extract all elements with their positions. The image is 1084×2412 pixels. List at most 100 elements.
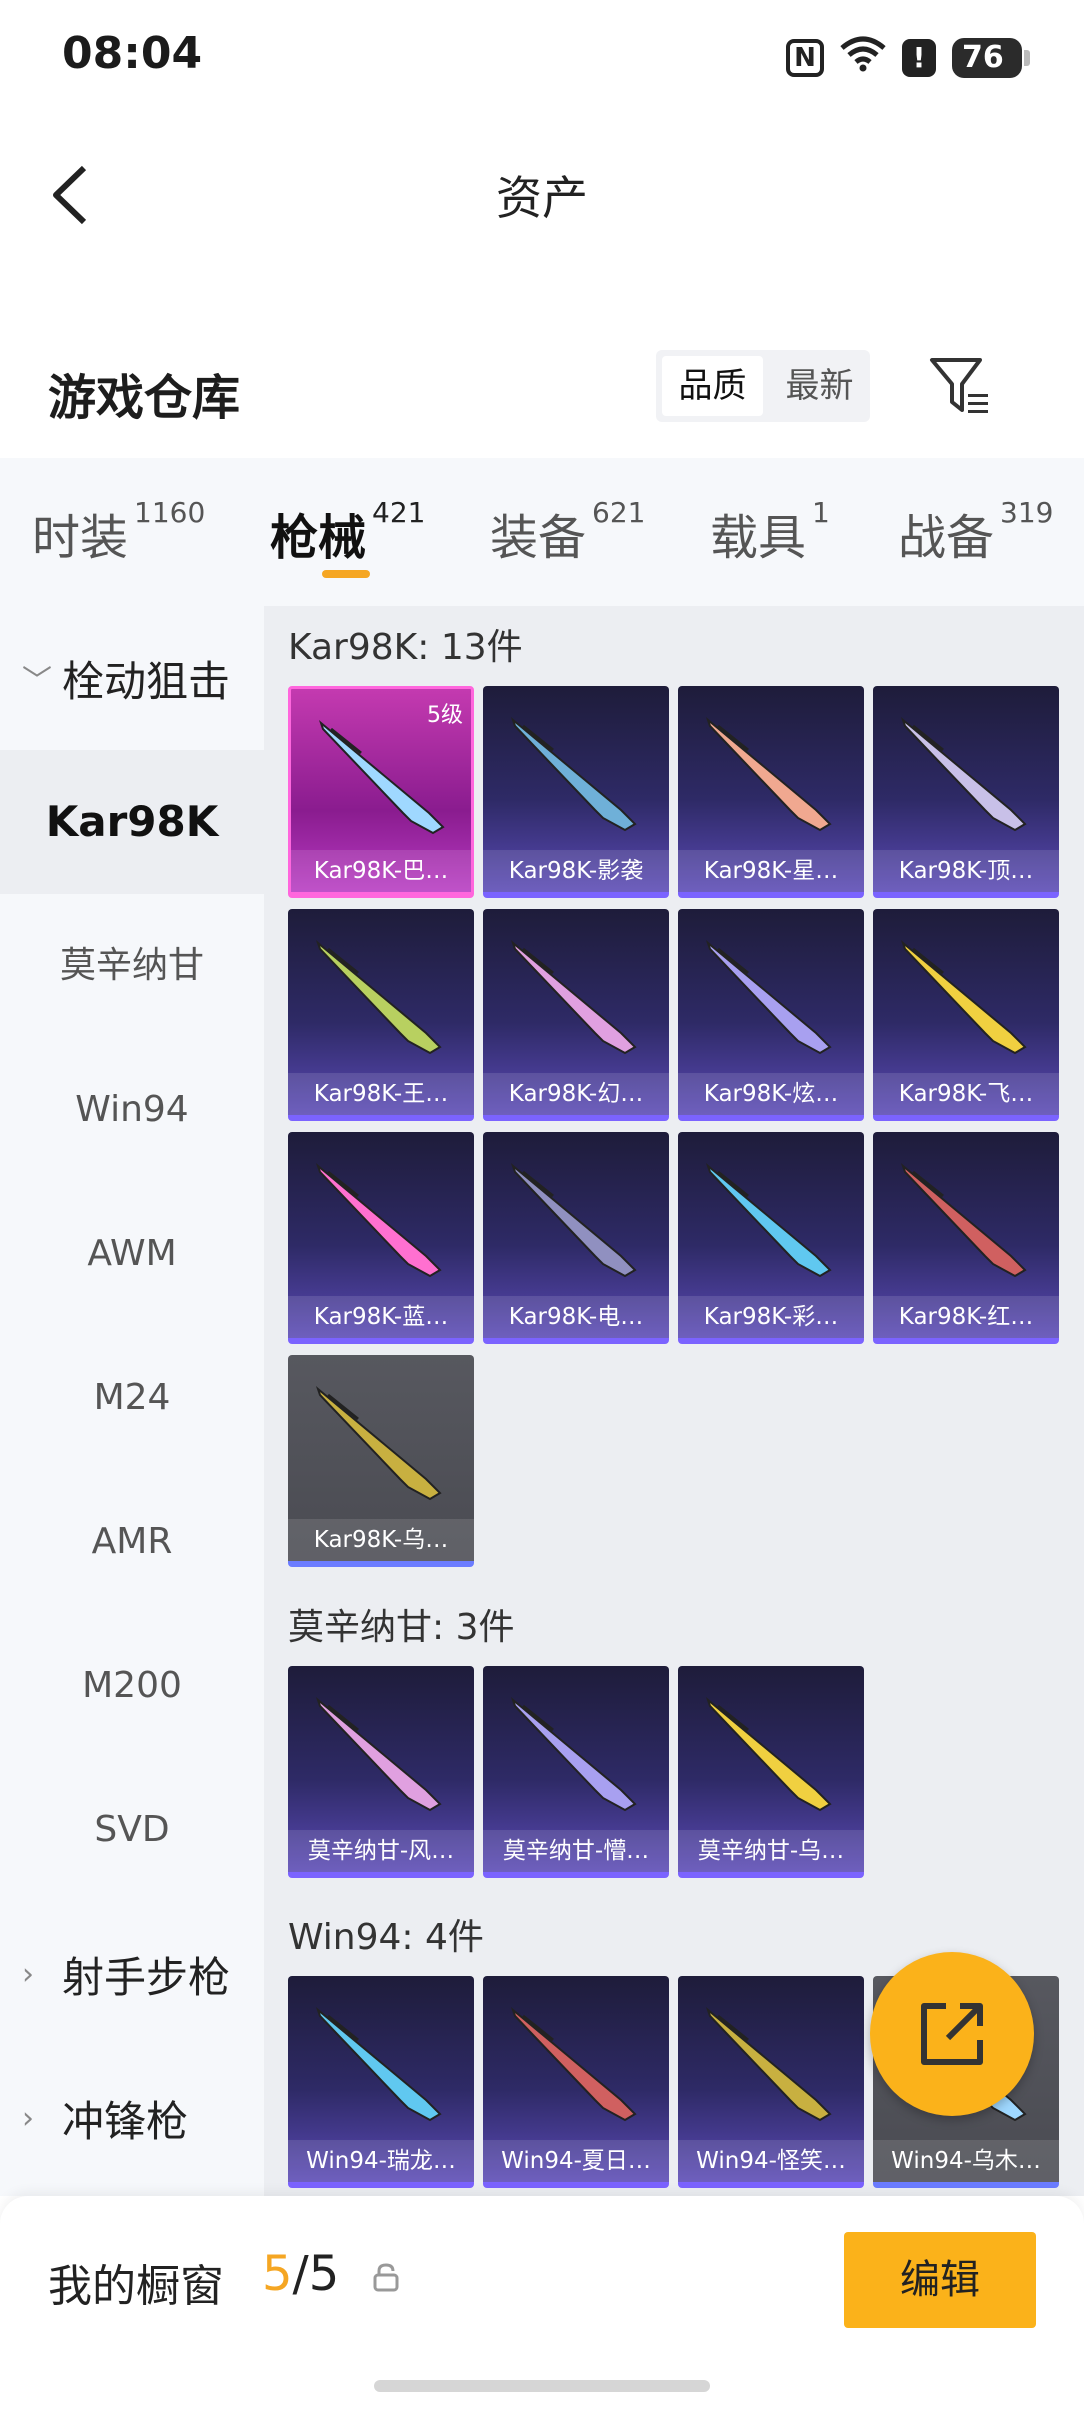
group-title-win94: Win94: 4件 xyxy=(288,1917,484,1958)
status-bar: 08:04 N ! 76 xyxy=(0,0,1084,110)
weapon-card[interactable]: Kar98K-星… xyxy=(678,686,864,898)
tab-firearms[interactable]: 枪械 421 xyxy=(270,496,425,568)
sidebar-item-amr[interactable]: AMR xyxy=(0,1470,264,1614)
rifle-icon xyxy=(705,1696,832,1812)
weapon-name: Kar98K-乌… xyxy=(288,1519,474,1561)
weapon-name: Kar98K-王… xyxy=(288,1073,474,1115)
sidebar-item-m24[interactable]: M24 xyxy=(0,1326,264,1470)
rifle-icon xyxy=(900,716,1027,832)
tab-count: 621 xyxy=(592,496,646,529)
top-nav: 资产 xyxy=(0,140,1084,250)
weapon-card[interactable]: 莫辛纳甘-懵… xyxy=(483,1666,669,1878)
battery-icon: 76 xyxy=(952,37,1030,78)
status-icons: N ! 76 xyxy=(786,34,1030,81)
sidebar-item-win94[interactable]: Win94 xyxy=(0,1038,264,1182)
weapon-card[interactable]: Kar98K-蓝… xyxy=(288,1132,474,1344)
weapon-name: Kar98K-彩… xyxy=(678,1296,864,1338)
weapon-name: Win94-瑞龙… xyxy=(288,2140,474,2182)
weapon-name: Kar98K-电… xyxy=(483,1296,669,1338)
weapon-type-sidebar: ﹀ 栓动狙击 Kar98K 莫辛纳甘 Win94 AWM M24 AMR M20… xyxy=(0,606,264,2196)
rifle-icon xyxy=(900,939,1027,1055)
weapon-card[interactable]: 5级 Kar98K-巴… xyxy=(288,686,474,898)
weapon-card[interactable]: Kar98K-顶… xyxy=(873,686,1059,898)
weapon-card[interactable]: 莫辛纳甘-风… xyxy=(288,1666,474,1878)
warehouse-title: 游戏仓库 xyxy=(48,370,241,426)
weapon-card[interactable]: Kar98K-红… xyxy=(873,1132,1059,1344)
rifle-icon xyxy=(510,1696,637,1812)
tab-label: 枪械 xyxy=(270,510,367,566)
sort-quality-option[interactable]: 品质 xyxy=(662,356,763,416)
rifle-icon xyxy=(315,1696,442,1812)
share-button[interactable] xyxy=(870,1952,1034,2116)
warehouse-header: 游戏仓库 品质 最新 xyxy=(0,340,1084,460)
sidebar-item-mosin[interactable]: 莫辛纳甘 xyxy=(0,894,264,1038)
weapon-card[interactable]: Kar98K-彩… xyxy=(678,1132,864,1344)
weapon-name: Kar98K-炫… xyxy=(678,1073,864,1115)
rifle-icon xyxy=(705,939,832,1055)
showcase-total: /5 xyxy=(292,2246,340,2302)
weapon-name: Win94-怪笑… xyxy=(678,2140,864,2182)
weapon-card[interactable]: Win94-瑞龙… xyxy=(288,1976,474,2188)
weapon-name: Kar98K-幻… xyxy=(483,1073,669,1115)
tab-vehicles[interactable]: 载具 1 xyxy=(710,496,830,568)
status-time: 08:04 xyxy=(62,28,203,79)
group-title-kar98k: Kar98K: 13件 xyxy=(288,627,523,668)
page-title: 资产 xyxy=(496,171,588,225)
tab-label: 装备 xyxy=(490,510,587,566)
chevron-right-icon: › xyxy=(22,1956,34,1992)
lock-icon xyxy=(372,2262,400,2292)
weapon-card[interactable]: Kar98K-飞… xyxy=(873,909,1059,1121)
tab-label: 时装 xyxy=(32,510,129,566)
wifi-6-icon xyxy=(840,34,886,81)
chevron-right-icon: › xyxy=(22,2100,34,2136)
edit-button[interactable]: 编辑 xyxy=(844,2232,1036,2328)
weapon-card[interactable]: Win94-夏日… xyxy=(483,1976,669,2188)
weapon-name: 莫辛纳甘-风… xyxy=(288,1830,474,1872)
sort-toggle: 品质 最新 xyxy=(656,350,870,422)
weapon-card[interactable]: 莫辛纳甘-乌… xyxy=(678,1666,864,1878)
sidebar-item-svd[interactable]: SVD xyxy=(0,1758,264,1902)
tab-supplies[interactable]: 战备 319 xyxy=(898,496,1054,568)
sidebar-group-bolt-action[interactable]: ﹀ 栓动狙击 xyxy=(0,606,264,750)
sidebar-group-label: 栓动狙击 xyxy=(62,656,231,706)
rifle-icon xyxy=(705,716,832,832)
weapon-name: Win94-乌木… xyxy=(873,2140,1059,2182)
sidebar-group-smg[interactable]: › 冲锋枪 xyxy=(0,2046,264,2190)
rifle-icon xyxy=(900,1162,1027,1278)
weapon-card[interactable]: Kar98K-王… xyxy=(288,909,474,1121)
weapon-name: Win94-夏日… xyxy=(483,2140,669,2182)
weapon-card[interactable]: Kar98K-炫… xyxy=(678,909,864,1121)
tab-label: 战备 xyxy=(898,510,995,566)
weapon-card[interactable]: Win94-怪笑… xyxy=(678,1976,864,2188)
rifle-icon xyxy=(315,1385,442,1501)
rifle-icon xyxy=(315,2006,442,2122)
weapon-name: Kar98K-蓝… xyxy=(288,1296,474,1338)
sidebar-group-label: 冲锋枪 xyxy=(62,2096,189,2146)
filter-button[interactable] xyxy=(928,354,992,418)
sidebar-item-awm[interactable]: AWM xyxy=(0,1182,264,1326)
weapon-name: Kar98K-巴… xyxy=(291,850,471,892)
nfc-icon: N xyxy=(786,38,824,77)
alert-icon: ! xyxy=(902,38,936,77)
chevron-down-icon: ﹀ xyxy=(22,664,52,699)
weapon-name: Kar98K-星… xyxy=(678,850,864,892)
sort-newest-option[interactable]: 最新 xyxy=(769,350,870,422)
rifle-icon xyxy=(705,1162,832,1278)
rifle-icon xyxy=(510,716,637,832)
group-title-mosin: 莫辛纳甘: 3件 xyxy=(288,1607,515,1648)
sidebar-item-kar98k[interactable]: Kar98K xyxy=(0,750,264,894)
rifle-icon xyxy=(705,2006,832,2122)
weapon-card[interactable]: Kar98K-电… xyxy=(483,1132,669,1344)
sidebar-group-marksman[interactable]: › 射手步枪 xyxy=(0,1902,264,2046)
rifle-icon xyxy=(510,2006,637,2122)
home-indicator[interactable] xyxy=(374,2380,710,2392)
weapon-card[interactable]: Kar98K-幻… xyxy=(483,909,669,1121)
tab-count: 319 xyxy=(1000,496,1054,529)
weapon-card[interactable]: Kar98K-影袭 xyxy=(483,686,669,898)
tab-equipment[interactable]: 装备 621 xyxy=(490,496,646,568)
sidebar-item-m200[interactable]: M200 xyxy=(0,1614,264,1758)
weapon-card[interactable]: Kar98K-乌… xyxy=(288,1355,474,1567)
active-tab-indicator xyxy=(322,570,370,578)
tab-fashion[interactable]: 时装 1160 xyxy=(32,496,205,568)
rifle-icon xyxy=(315,1162,442,1278)
